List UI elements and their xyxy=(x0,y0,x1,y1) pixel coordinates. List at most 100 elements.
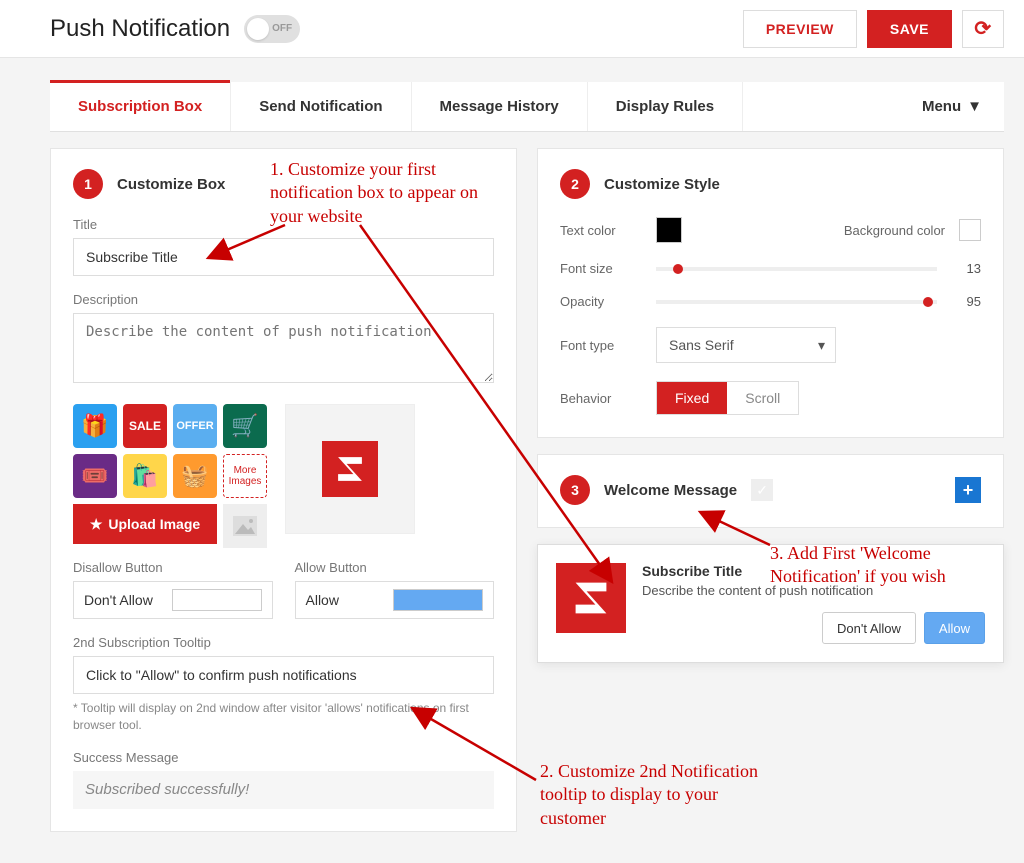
tooltip-help-text: * Tooltip will display on 2nd window aft… xyxy=(73,700,494,734)
toggle-knob xyxy=(247,18,269,40)
bgcolor-swatch[interactable] xyxy=(959,219,981,241)
upload-image-label: Upload Image xyxy=(108,516,200,532)
customize-box-card: 1 Customize Box Title Description 🎁 SALE… xyxy=(50,148,517,832)
bgcolor-label: Background color xyxy=(844,223,945,238)
textcolor-swatch[interactable] xyxy=(656,217,682,243)
z-logo-icon xyxy=(322,441,378,497)
popup-desc: Describe the content of push notificatio… xyxy=(642,583,985,598)
right-column: 2 Customize Style Text color Background … xyxy=(537,148,1004,832)
card-title-2: Customize Style xyxy=(604,176,720,193)
title-field-label: Title xyxy=(73,217,494,232)
disallow-label: Disallow Button xyxy=(73,560,273,575)
description-textarea[interactable] xyxy=(73,313,494,383)
topbar-right: PREVIEW SAVE ⟳ xyxy=(743,10,1004,48)
textcolor-label: Text color xyxy=(560,223,640,238)
title-field-block: Title xyxy=(73,217,494,276)
icon-offer[interactable]: OFFER xyxy=(173,404,217,448)
tab-bar: Subscription Box Send Notification Messa… xyxy=(50,82,1004,132)
color-row: Text color Background color xyxy=(560,217,981,243)
save-button[interactable]: SAVE xyxy=(867,10,952,48)
chevron-down-icon: ▼ xyxy=(967,98,982,115)
behavior-label: Behavior xyxy=(560,391,640,406)
page-title: Push Notification xyxy=(50,15,230,43)
main-columns: 1 Customize Box Title Description 🎁 SALE… xyxy=(50,148,1004,832)
icon-gift[interactable]: 🎁 xyxy=(73,404,117,448)
add-welcome-button[interactable]: + xyxy=(955,477,981,503)
success-field-block: Success Message xyxy=(73,750,494,809)
notification-preview-popup: Subscribe Title Describe the content of … xyxy=(537,544,1004,663)
fontsize-row: Font size 13 xyxy=(560,261,981,276)
icon-grid: 🎁 SALE OFFER 🛒 🎟️ 🛍️ 🧺 More Images ★ Upl… xyxy=(73,404,267,548)
icon-picker-row: 🎁 SALE OFFER 🛒 🎟️ 🛍️ 🧺 More Images ★ Upl… xyxy=(73,404,494,548)
tooltip-field-block: 2nd Subscription Tooltip * Tooltip will … xyxy=(73,635,494,734)
fontsize-slider[interactable] xyxy=(656,267,937,271)
tooltip-label: 2nd Subscription Tooltip xyxy=(73,635,494,650)
title-input[interactable] xyxy=(73,238,494,276)
allow-label: Allow Button xyxy=(295,560,495,575)
button-labels-row: Disallow Button Don't Allow Allow Button… xyxy=(73,560,494,619)
popup-allow-button[interactable]: Allow xyxy=(924,612,985,644)
allow-input-wrap: Allow xyxy=(295,581,495,619)
card-title-3: Welcome Message xyxy=(604,482,737,499)
selected-icon-preview xyxy=(285,404,415,534)
popup-deny-button[interactable]: Don't Allow xyxy=(822,612,916,644)
preview-button[interactable]: PREVIEW xyxy=(743,10,857,48)
step-badge-2: 2 xyxy=(560,169,590,199)
behavior-fixed[interactable]: Fixed xyxy=(657,382,727,414)
success-label: Success Message xyxy=(73,750,494,765)
tab-menu-dropdown[interactable]: Menu ▼ xyxy=(900,82,1004,131)
fontsize-value: 13 xyxy=(953,261,981,276)
welcome-head: 3 Welcome Message ✓ xyxy=(560,475,773,505)
tab-message-history[interactable]: Message History xyxy=(412,82,588,131)
image-placeholder-icon[interactable] xyxy=(223,504,267,548)
fonttype-value: Sans Serif xyxy=(669,337,734,353)
tooltip-input[interactable] xyxy=(73,656,494,694)
card-title-1: Customize Box xyxy=(117,176,225,193)
disallow-color-swatch[interactable] xyxy=(172,589,262,611)
welcome-enable-checkbox[interactable]: ✓ xyxy=(751,479,773,501)
fonttype-row: Font type Sans Serif xyxy=(560,327,981,363)
upload-image-button[interactable]: ★ Upload Image xyxy=(73,504,217,544)
star-icon: ★ xyxy=(90,516,103,533)
tab-display-rules[interactable]: Display Rules xyxy=(588,82,743,131)
icon-sale[interactable]: SALE xyxy=(123,404,167,448)
allow-input[interactable]: Allow xyxy=(306,592,394,608)
fontsize-label: Font size xyxy=(560,261,640,276)
topbar: Push Notification OFF PREVIEW SAVE ⟳ xyxy=(0,0,1024,58)
tab-menu-label: Menu xyxy=(922,98,961,115)
topbar-left: Push Notification OFF xyxy=(50,15,300,43)
step-badge-3: 3 xyxy=(560,475,590,505)
success-input[interactable] xyxy=(73,771,494,809)
disallow-input-wrap: Don't Allow xyxy=(73,581,273,619)
opacity-value: 95 xyxy=(953,294,981,309)
more-images-button[interactable]: More Images xyxy=(223,454,267,498)
behavior-scroll[interactable]: Scroll xyxy=(727,382,798,414)
toggle-state-label: OFF xyxy=(272,23,292,34)
allow-color-swatch[interactable] xyxy=(393,589,483,611)
popup-title: Subscribe Title xyxy=(642,563,985,579)
icon-coupon[interactable]: 🎟️ xyxy=(73,454,117,498)
icon-bag[interactable]: 🛍️ xyxy=(123,454,167,498)
icon-basket[interactable]: 🧺 xyxy=(173,454,217,498)
desc-field-block: Description xyxy=(73,292,494,388)
card-head-2: 2 Customize Style xyxy=(560,169,981,199)
opacity-label: Opacity xyxy=(560,294,640,309)
refresh-button[interactable]: ⟳ xyxy=(962,10,1004,48)
popup-buttons: Don't Allow Allow xyxy=(642,612,985,644)
feature-toggle[interactable]: OFF xyxy=(244,15,300,43)
customize-style-card: 2 Customize Style Text color Background … xyxy=(537,148,1004,438)
disallow-input[interactable]: Don't Allow xyxy=(84,592,172,608)
card-head-1: 1 Customize Box xyxy=(73,169,494,199)
opacity-slider[interactable] xyxy=(656,300,937,304)
left-column: 1 Customize Box Title Description 🎁 SALE… xyxy=(50,148,517,832)
behavior-toggle: Fixed Scroll xyxy=(656,381,799,415)
fonttype-select[interactable]: Sans Serif xyxy=(656,327,836,363)
desc-field-label: Description xyxy=(73,292,494,307)
popup-body: Subscribe Title Describe the content of … xyxy=(642,563,985,644)
step-badge-1: 1 xyxy=(73,169,103,199)
icon-cart[interactable]: 🛒 xyxy=(223,404,267,448)
welcome-message-card: 3 Welcome Message ✓ + xyxy=(537,454,1004,528)
tab-send-notification[interactable]: Send Notification xyxy=(231,82,411,131)
fonttype-label: Font type xyxy=(560,338,640,353)
tab-subscription-box[interactable]: Subscription Box xyxy=(50,82,231,131)
